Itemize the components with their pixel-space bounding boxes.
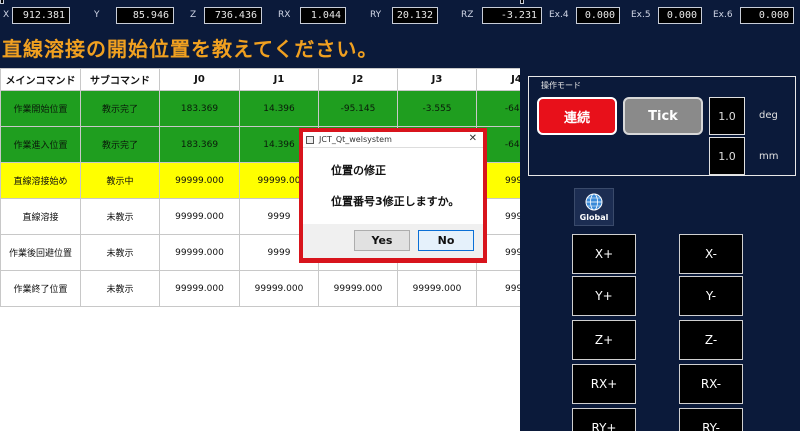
scroll-stub bbox=[0, 0, 4, 4]
close-icon[interactable]: ✕ bbox=[469, 133, 477, 144]
jog-z-plus-button[interactable]: Z+ bbox=[572, 320, 636, 360]
jog-x-plus-button[interactable]: X+ bbox=[572, 234, 636, 274]
coord-value-ex6: 0.000 bbox=[740, 7, 794, 24]
coord-value-z: 736.436 bbox=[204, 7, 262, 24]
table-cell: 99999.000 bbox=[318, 270, 398, 307]
table-cell: -95.145 bbox=[318, 90, 398, 127]
app-window: X 912.381 Y 85.946 Z 736.436 RX 1.044 RY… bbox=[0, 0, 800, 431]
deg-unit-label: deg bbox=[759, 110, 778, 121]
table-cell: 未教示 bbox=[80, 198, 160, 235]
global-label: Global bbox=[579, 213, 609, 222]
no-button[interactable]: No bbox=[418, 230, 474, 251]
coord-label-rz: RZ bbox=[461, 10, 474, 20]
coord-label-z: Z bbox=[190, 10, 197, 20]
table-cell: 99999.000 bbox=[159, 234, 240, 271]
jog-ry-plus-button[interactable]: RY+ bbox=[572, 408, 636, 431]
table-cell: 14.396 bbox=[239, 90, 319, 127]
table-cell: 教示完了 bbox=[80, 90, 160, 127]
table-cell: 直線溶接始め bbox=[0, 162, 81, 199]
operation-mode-group: 操作モード 連続 Tick 1.0 deg 1.0 mm bbox=[528, 76, 796, 176]
coordinate-bar: X 912.381 Y 85.946 Z 736.436 RX 1.044 RY… bbox=[0, 0, 800, 30]
table-cell: 作業開始位置 bbox=[0, 90, 81, 127]
table-cell: 直線溶接 bbox=[0, 198, 81, 235]
table-cell: 未教示 bbox=[80, 270, 160, 307]
table-cell: 作業後回避位置 bbox=[0, 234, 81, 271]
column-header: J0 bbox=[159, 68, 240, 91]
table-cell: 99999.000 bbox=[159, 198, 240, 235]
column-header: J3 bbox=[397, 68, 477, 91]
deg-step-input[interactable]: 1.0 bbox=[709, 97, 745, 135]
table-cell: 99999.000 bbox=[239, 270, 319, 307]
instruction-headline: 直線溶接の開始位置を教えてください。 bbox=[2, 37, 379, 61]
globe-icon bbox=[585, 193, 603, 211]
table-row[interactable]: 作業開始位置 教示完了 183.369 14.396 -95.145 -3.55… bbox=[0, 90, 520, 127]
jog-rx-plus-button[interactable]: RX+ bbox=[572, 364, 636, 404]
table-cell: 教示中 bbox=[80, 162, 160, 199]
coord-label-ex5: Ex.5 bbox=[631, 10, 651, 20]
table-cell: 9999 bbox=[476, 270, 520, 307]
jog-control-panel: 操作モード 連続 Tick 1.0 deg 1.0 mm Global X+ X… bbox=[520, 68, 800, 431]
table-cell: 教示完了 bbox=[80, 126, 160, 163]
continuous-mode-button[interactable]: 連続 bbox=[537, 97, 617, 135]
jog-y-plus-button[interactable]: Y+ bbox=[572, 276, 636, 316]
coord-label-ex6: Ex.6 bbox=[713, 10, 733, 20]
coord-value-rx: 1.044 bbox=[300, 7, 346, 24]
table-cell: 99999.000 bbox=[159, 162, 240, 199]
column-header: J4 bbox=[476, 68, 520, 91]
confirm-dialog: JCT_Qt_welsystem ✕ 位置の修正 位置番号3修正しますか。 Ye… bbox=[299, 128, 487, 263]
coord-label-y: Y bbox=[94, 10, 100, 20]
coord-label-rx: RX bbox=[278, 10, 291, 20]
table-cell: 183.369 bbox=[159, 90, 240, 127]
scroll-stub bbox=[520, 0, 524, 4]
yes-button[interactable]: Yes bbox=[354, 230, 410, 251]
dialog-button-bar: Yes No bbox=[303, 224, 483, 258]
coord-value-ry: 20.132 bbox=[392, 7, 438, 24]
table-cell: 作業進入位置 bbox=[0, 126, 81, 163]
jog-rx-minus-button[interactable]: RX- bbox=[679, 364, 743, 404]
coord-label-ex4: Ex.4 bbox=[549, 10, 569, 20]
coord-value-ex4: 0.000 bbox=[576, 7, 620, 24]
coord-value-x: 912.381 bbox=[12, 7, 70, 24]
column-header: J2 bbox=[318, 68, 398, 91]
dialog-titlebar: JCT_Qt_welsystem ✕ bbox=[303, 132, 483, 148]
operation-mode-label: 操作モード bbox=[541, 81, 581, 90]
dialog-message: 位置番号3修正しますか。 bbox=[331, 195, 460, 208]
table-header-row: メインコマンド サブコマンド J0 J1 J2 J3 J4 bbox=[0, 68, 520, 91]
jog-ry-minus-button[interactable]: RY- bbox=[679, 408, 743, 431]
table-row[interactable]: 作業終了位置 未教示 99999.000 99999.000 99999.000… bbox=[0, 270, 520, 307]
table-cell: 183.369 bbox=[159, 126, 240, 163]
coord-value-ex5: 0.000 bbox=[658, 7, 702, 24]
mm-step-input[interactable]: 1.0 bbox=[709, 137, 745, 175]
jog-x-minus-button[interactable]: X- bbox=[679, 234, 743, 274]
table-cell: 未教示 bbox=[80, 234, 160, 271]
column-header: J1 bbox=[239, 68, 319, 91]
jog-y-minus-button[interactable]: Y- bbox=[679, 276, 743, 316]
dialog-window: JCT_Qt_welsystem ✕ 位置の修正 位置番号3修正しますか。 Ye… bbox=[303, 132, 483, 258]
table-cell: 99999.000 bbox=[397, 270, 477, 307]
table-cell: -3.555 bbox=[397, 90, 477, 127]
jog-z-minus-button[interactable]: Z- bbox=[679, 320, 743, 360]
app-icon bbox=[306, 136, 314, 144]
dialog-body: 位置の修正 位置番号3修正しますか。 bbox=[303, 148, 483, 224]
mm-unit-label: mm bbox=[759, 151, 779, 162]
dialog-heading: 位置の修正 bbox=[331, 164, 386, 177]
table-cell: -64.5 bbox=[476, 90, 520, 127]
tick-mode-button[interactable]: Tick bbox=[623, 97, 703, 135]
coord-value-rz: -3.231 bbox=[482, 7, 542, 24]
coord-label-ry: RY bbox=[370, 10, 382, 20]
table-cell: 作業終了位置 bbox=[0, 270, 81, 307]
dialog-title: JCT_Qt_welsystem bbox=[319, 135, 392, 144]
table-cell: 99999.000 bbox=[159, 270, 240, 307]
column-header: サブコマンド bbox=[80, 68, 160, 91]
coord-label-x: X bbox=[3, 10, 10, 20]
column-header: メインコマンド bbox=[0, 68, 81, 91]
coord-value-y: 85.946 bbox=[116, 7, 174, 24]
global-frame-button[interactable]: Global bbox=[574, 188, 614, 226]
